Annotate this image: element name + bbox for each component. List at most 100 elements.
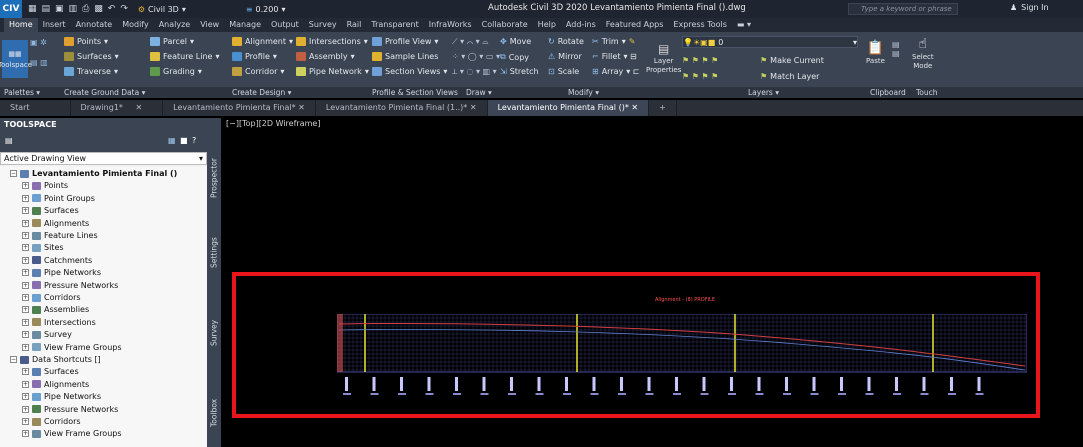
paste-button[interactable]: 📋 Paste: [866, 40, 885, 65]
doc-tab-levantamiento-3[interactable]: Levantamiento Pimienta Final ()* ✕: [487, 100, 650, 116]
tab-prospector[interactable]: Prospector: [207, 148, 221, 208]
expand-toggle-icon[interactable]: +: [22, 281, 29, 289]
tree-item[interactable]: + Sites: [0, 243, 207, 252]
parcel-button[interactable]: Parcel ▾: [150, 37, 194, 46]
fillet-button[interactable]: ⌐ Fillet ▾ ⊟: [592, 52, 637, 61]
assembly-button[interactable]: Assembly ▾: [296, 52, 355, 61]
toolspace-menu-icon[interactable]: ▤: [5, 136, 13, 145]
close-icon[interactable]: ✕: [298, 103, 305, 112]
tab-featured-apps[interactable]: Featured Apps: [601, 18, 669, 32]
tree-item[interactable]: + Survey: [0, 330, 207, 339]
profile-button[interactable]: Profile ▾: [232, 52, 277, 61]
panel-clipboard[interactable]: Clipboard: [870, 88, 906, 97]
panel-create-design[interactable]: Create Design ▾: [232, 88, 291, 97]
expand-toggle-icon[interactable]: +: [22, 256, 29, 264]
panel-modify[interactable]: Modify ▾: [568, 88, 599, 97]
open-icon[interactable]: ▤: [42, 4, 51, 14]
doc-tab-drawing1[interactable]: Drawing1* ✕: [71, 100, 164, 116]
tree-item[interactable]: + Pipe Networks: [0, 392, 207, 401]
intersections-button[interactable]: Intersections ▾: [296, 37, 368, 46]
tree-item[interactable]: − Data Shortcuts []: [0, 355, 207, 364]
expand-toggle-icon[interactable]: −: [10, 356, 17, 363]
tab-survey[interactable]: Survey: [304, 18, 342, 32]
tree-item[interactable]: + Pipe Networks: [0, 268, 207, 277]
array-button[interactable]: ⊞ Array ▾ ⊏: [592, 67, 640, 76]
alignment-button[interactable]: Alignment ▾: [232, 37, 293, 46]
tab-add-ins[interactable]: Add-ins: [561, 18, 601, 32]
tab-output[interactable]: Output: [266, 18, 304, 32]
expand-toggle-icon[interactable]: +: [22, 207, 29, 215]
scale-button[interactable]: ⊡ Scale: [548, 67, 579, 76]
expand-toggle-icon[interactable]: +: [22, 393, 29, 401]
expand-toggle-icon[interactable]: +: [22, 430, 29, 438]
new-tab-button[interactable]: +: [649, 100, 677, 116]
tree-item[interactable]: + Alignments: [0, 219, 207, 228]
workspace-switcher[interactable]: ⚙ Civil 3D ▾: [138, 5, 186, 14]
panel-create-ground-data[interactable]: Create Ground Data ▾: [64, 88, 145, 97]
copy-button[interactable]: ⧉ Copy: [500, 52, 529, 62]
layer-properties-button[interactable]: ▤ Layer Properties: [646, 42, 681, 74]
tab-insert[interactable]: Insert: [38, 18, 71, 32]
palette-icons[interactable]: ▣ ✲: [30, 38, 47, 47]
mirror-button[interactable]: ⚠ Mirror: [548, 52, 582, 61]
search-input[interactable]: Type a keyword or phrase: [848, 3, 958, 15]
doc-tab-start[interactable]: Start: [0, 100, 71, 116]
expand-toggle-icon[interactable]: +: [22, 405, 29, 413]
tab-analyze[interactable]: Analyze: [154, 18, 196, 32]
print-icon[interactable]: ▩: [94, 4, 103, 14]
sign-in-button[interactable]: ♟ Sign In: [1010, 3, 1049, 12]
tree-item[interactable]: − Levantamiento Pimienta Final (): [0, 169, 207, 178]
tree-item[interactable]: + Surfaces: [0, 367, 207, 376]
expand-toggle-icon[interactable]: +: [22, 380, 29, 388]
tab-rail[interactable]: Rail: [342, 18, 367, 32]
expand-toggle-icon[interactable]: +: [22, 331, 29, 339]
make-current-button[interactable]: ⚑ Make Current: [760, 56, 824, 65]
redo-icon[interactable]: ↷: [120, 4, 128, 14]
sample-lines-button[interactable]: Sample Lines: [372, 52, 438, 61]
expand-toggle-icon[interactable]: +: [22, 418, 29, 425]
panel-touch[interactable]: Touch: [916, 88, 938, 97]
select-mode-button[interactable]: ☝ Select Mode: [912, 36, 934, 70]
expand-toggle-icon[interactable]: +: [22, 182, 29, 190]
expand-toggle-icon[interactable]: +: [22, 269, 29, 277]
palette-icons-2[interactable]: ▤ ▥: [30, 58, 48, 67]
plot-icon[interactable]: ⎙: [82, 4, 89, 14]
close-icon[interactable]: ✕: [135, 103, 142, 112]
stretch-button[interactable]: ⇲ Stretch: [500, 67, 539, 76]
polyline-tool[interactable]: ⟂ ▾ ◌ ▾ ▥ ▾: [452, 67, 497, 77]
expand-toggle-icon[interactable]: +: [22, 306, 29, 314]
toolspace-square-icon[interactable]: ■: [180, 136, 188, 145]
tab-transparent[interactable]: Transparent: [366, 18, 423, 32]
undo-icon[interactable]: ↶: [108, 4, 116, 14]
layer-dropdown[interactable]: 💡☀▣■ 0 ▾: [682, 36, 858, 48]
pipe-network-button[interactable]: Pipe Network ▾: [296, 67, 369, 76]
expand-toggle-icon[interactable]: +: [22, 194, 29, 202]
tab-manage[interactable]: Manage: [224, 18, 266, 32]
rotate-button[interactable]: ↻ Rotate: [548, 37, 584, 46]
tree-item[interactable]: + Pressure Networks: [0, 281, 207, 290]
active-drawing-view-select[interactable]: Active Drawing View ▾: [0, 152, 207, 165]
tab-help[interactable]: Help: [533, 18, 561, 32]
new-icon[interactable]: ▦: [28, 4, 37, 14]
tab-settings-side[interactable]: Settings: [207, 228, 221, 278]
doc-tab-levantamiento-1[interactable]: Levantamiento Pimienta Final* ✕: [163, 100, 316, 116]
save-as-icon[interactable]: ▥: [69, 4, 78, 14]
grading-button[interactable]: Grading ▾: [150, 67, 202, 76]
expand-toggle-icon[interactable]: −: [10, 170, 17, 177]
tab-infraworks[interactable]: InfraWorks: [424, 18, 477, 32]
match-layer-button[interactable]: ⚑ Match Layer: [760, 72, 819, 81]
panel-palettes[interactable]: Palettes ▾: [4, 88, 40, 97]
tree-item[interactable]: + Surfaces: [0, 206, 207, 215]
viewport-controls-label[interactable]: [−][Top][2D Wireframe]: [226, 119, 320, 128]
points-button[interactable]: Points ▾: [64, 37, 108, 46]
line-tool[interactable]: ⟋ ▾ ⌒ ▾ ⌓: [452, 37, 488, 47]
tree-item[interactable]: + Assemblies: [0, 305, 207, 314]
profile-view-button[interactable]: Profile View ▾: [372, 37, 438, 46]
panel-profile-section-views[interactable]: Profile & Section Views: [372, 88, 458, 97]
save-icon[interactable]: ▣: [55, 4, 64, 14]
close-icon[interactable]: ✕: [470, 103, 477, 112]
tab-annotate[interactable]: Annotate: [71, 18, 118, 32]
circle-tool[interactable]: ⁘ ▾ ◯ ▾ ▭ ▾: [452, 52, 500, 61]
corridor-button[interactable]: Corridor ▾: [232, 67, 284, 76]
expand-toggle-icon[interactable]: +: [22, 244, 29, 252]
